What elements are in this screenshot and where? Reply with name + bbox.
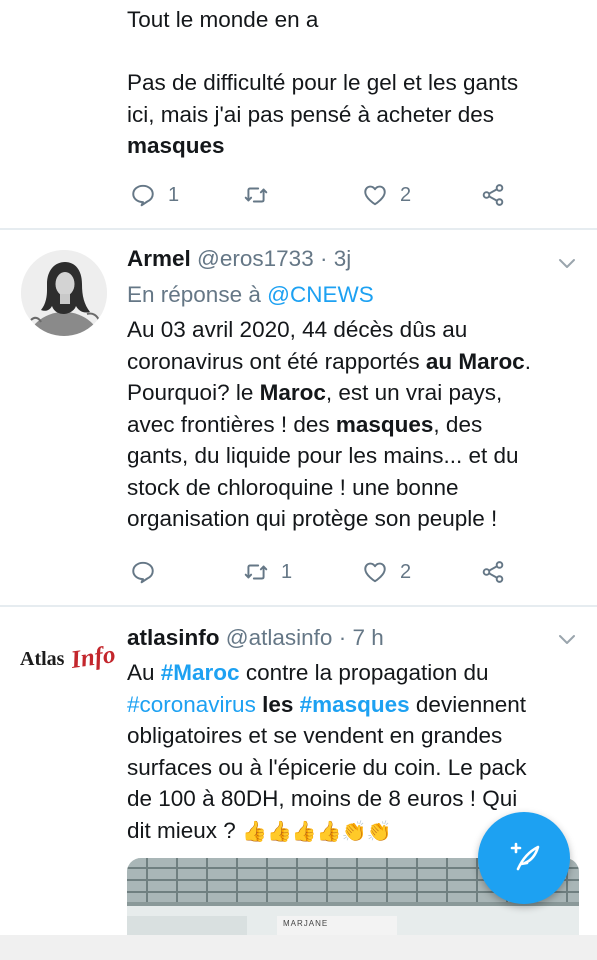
- heart-icon: [362, 559, 388, 585]
- reply-context: En réponse à @CNEWS: [127, 280, 374, 310]
- tweet-1-line: Pas de difficulté pour le gel et les gan…: [127, 70, 519, 95]
- user-handle[interactable]: @eros1733: [197, 246, 314, 271]
- tweet-1-actions: 1 2: [127, 178, 527, 212]
- retweet-icon: [243, 559, 269, 585]
- bottom-bar: [0, 935, 597, 960]
- share-button[interactable]: [480, 555, 506, 589]
- tweet-1-line: Tout le monde en a: [127, 7, 319, 32]
- hashtag-link[interactable]: #Maroc: [161, 660, 240, 685]
- reply-button[interactable]: 1: [130, 178, 179, 212]
- logo-text-atlas: Atlas: [20, 648, 65, 670]
- compose-feather-icon: [504, 836, 544, 881]
- timestamp: · 3j: [319, 246, 352, 271]
- timestamp: · 7 h: [338, 625, 384, 650]
- tweet-2-actions: 1 2: [127, 555, 527, 589]
- like-count: 2: [400, 560, 412, 583]
- logo-text-info: Info: [69, 641, 118, 674]
- like-count: 2: [400, 183, 412, 206]
- tweet-3-header: atlasinfo @atlasinfo · 7 h: [127, 623, 384, 653]
- tweet-3-line: #coronavirus les #masques deviennent: [127, 691, 527, 717]
- user-handle[interactable]: @atlasinfo: [226, 625, 333, 650]
- compose-tweet-button[interactable]: [478, 812, 570, 904]
- display-name[interactable]: atlasinfo: [127, 625, 220, 650]
- tweet-1[interactable]: Tout le monde en a Pas de difficulté pou…: [0, 0, 597, 228]
- tweet-3-line: surfaces ou à l'épicerie du coin. Le pac…: [127, 754, 527, 780]
- retweet-button[interactable]: 1: [243, 555, 292, 589]
- hashtag-link[interactable]: #masques: [300, 692, 410, 717]
- tweet-2-line: stock de chloroquine ! une bonne: [127, 474, 459, 500]
- retweet-button[interactable]: [243, 178, 281, 212]
- chevron-down-icon[interactable]: [557, 256, 577, 270]
- like-button[interactable]: 2: [362, 178, 411, 212]
- tweet-3-line: de 100 à 80DH, moins de 8 euros ! Qui: [127, 786, 518, 811]
- tweet-1-bold-word: masques: [127, 133, 225, 158]
- tweet-2-line: Au 03 avril 2020, 44 décès dûs au: [127, 317, 468, 342]
- avatar[interactable]: [21, 250, 107, 336]
- tweet-2-line: coronavirus ont été rapportés au Maroc.: [127, 348, 531, 374]
- share-icon: [480, 182, 506, 208]
- like-button[interactable]: 2: [362, 555, 411, 589]
- media-sign-text: MARJANE: [283, 919, 329, 928]
- hashtag-link[interactable]: #coronavirus: [127, 692, 256, 717]
- reply-count: 1: [168, 183, 180, 206]
- reply-icon: [130, 559, 156, 585]
- reply-button[interactable]: [130, 555, 168, 589]
- tweet-2-header: Armel @eros1733 · 3j: [127, 244, 351, 274]
- tweet-3-line: Au #Maroc contre la propagation du: [127, 660, 489, 685]
- reply-to-link[interactable]: @CNEWS: [267, 282, 374, 307]
- tweet-2-line: Pourquoi? le Maroc, est un vrai pays,: [127, 380, 503, 405]
- display-name[interactable]: Armel: [127, 246, 191, 271]
- tweet-1-line: ici, mais j'ai pas pensé à acheter des: [127, 101, 494, 127]
- tweet-2-line: avec frontières ! des masques, des: [127, 411, 483, 437]
- retweet-count: 1: [281, 560, 293, 583]
- share-button[interactable]: [480, 178, 506, 212]
- retweet-icon: [243, 182, 269, 208]
- tweet-1-text: Tout le monde en a Pas de difficulté pou…: [127, 4, 577, 162]
- tweet-2-line: organisation qui protège son peuple !: [127, 506, 498, 531]
- share-icon: [480, 559, 506, 585]
- avatar-atlasinfo-logo[interactable]: Atlas Info: [20, 640, 117, 686]
- reply-prefix: En réponse à: [127, 282, 261, 307]
- reply-icon: [130, 182, 156, 208]
- tweet-2[interactable]: Armel @eros1733 · 3j En réponse à @CNEWS…: [0, 230, 597, 604]
- tweet-3-line: obligatoires et se vendent en grandes: [127, 723, 503, 748]
- heart-icon: [362, 182, 388, 208]
- tweet-2-line: gants, du liquide pour les mains... et d…: [127, 443, 519, 468]
- tweet-2-text: Au 03 avril 2020, 44 décès dûs au corona…: [127, 314, 577, 535]
- chevron-down-icon[interactable]: [557, 632, 577, 646]
- emoji-row: 👍👍👍👍👏👏: [242, 820, 392, 843]
